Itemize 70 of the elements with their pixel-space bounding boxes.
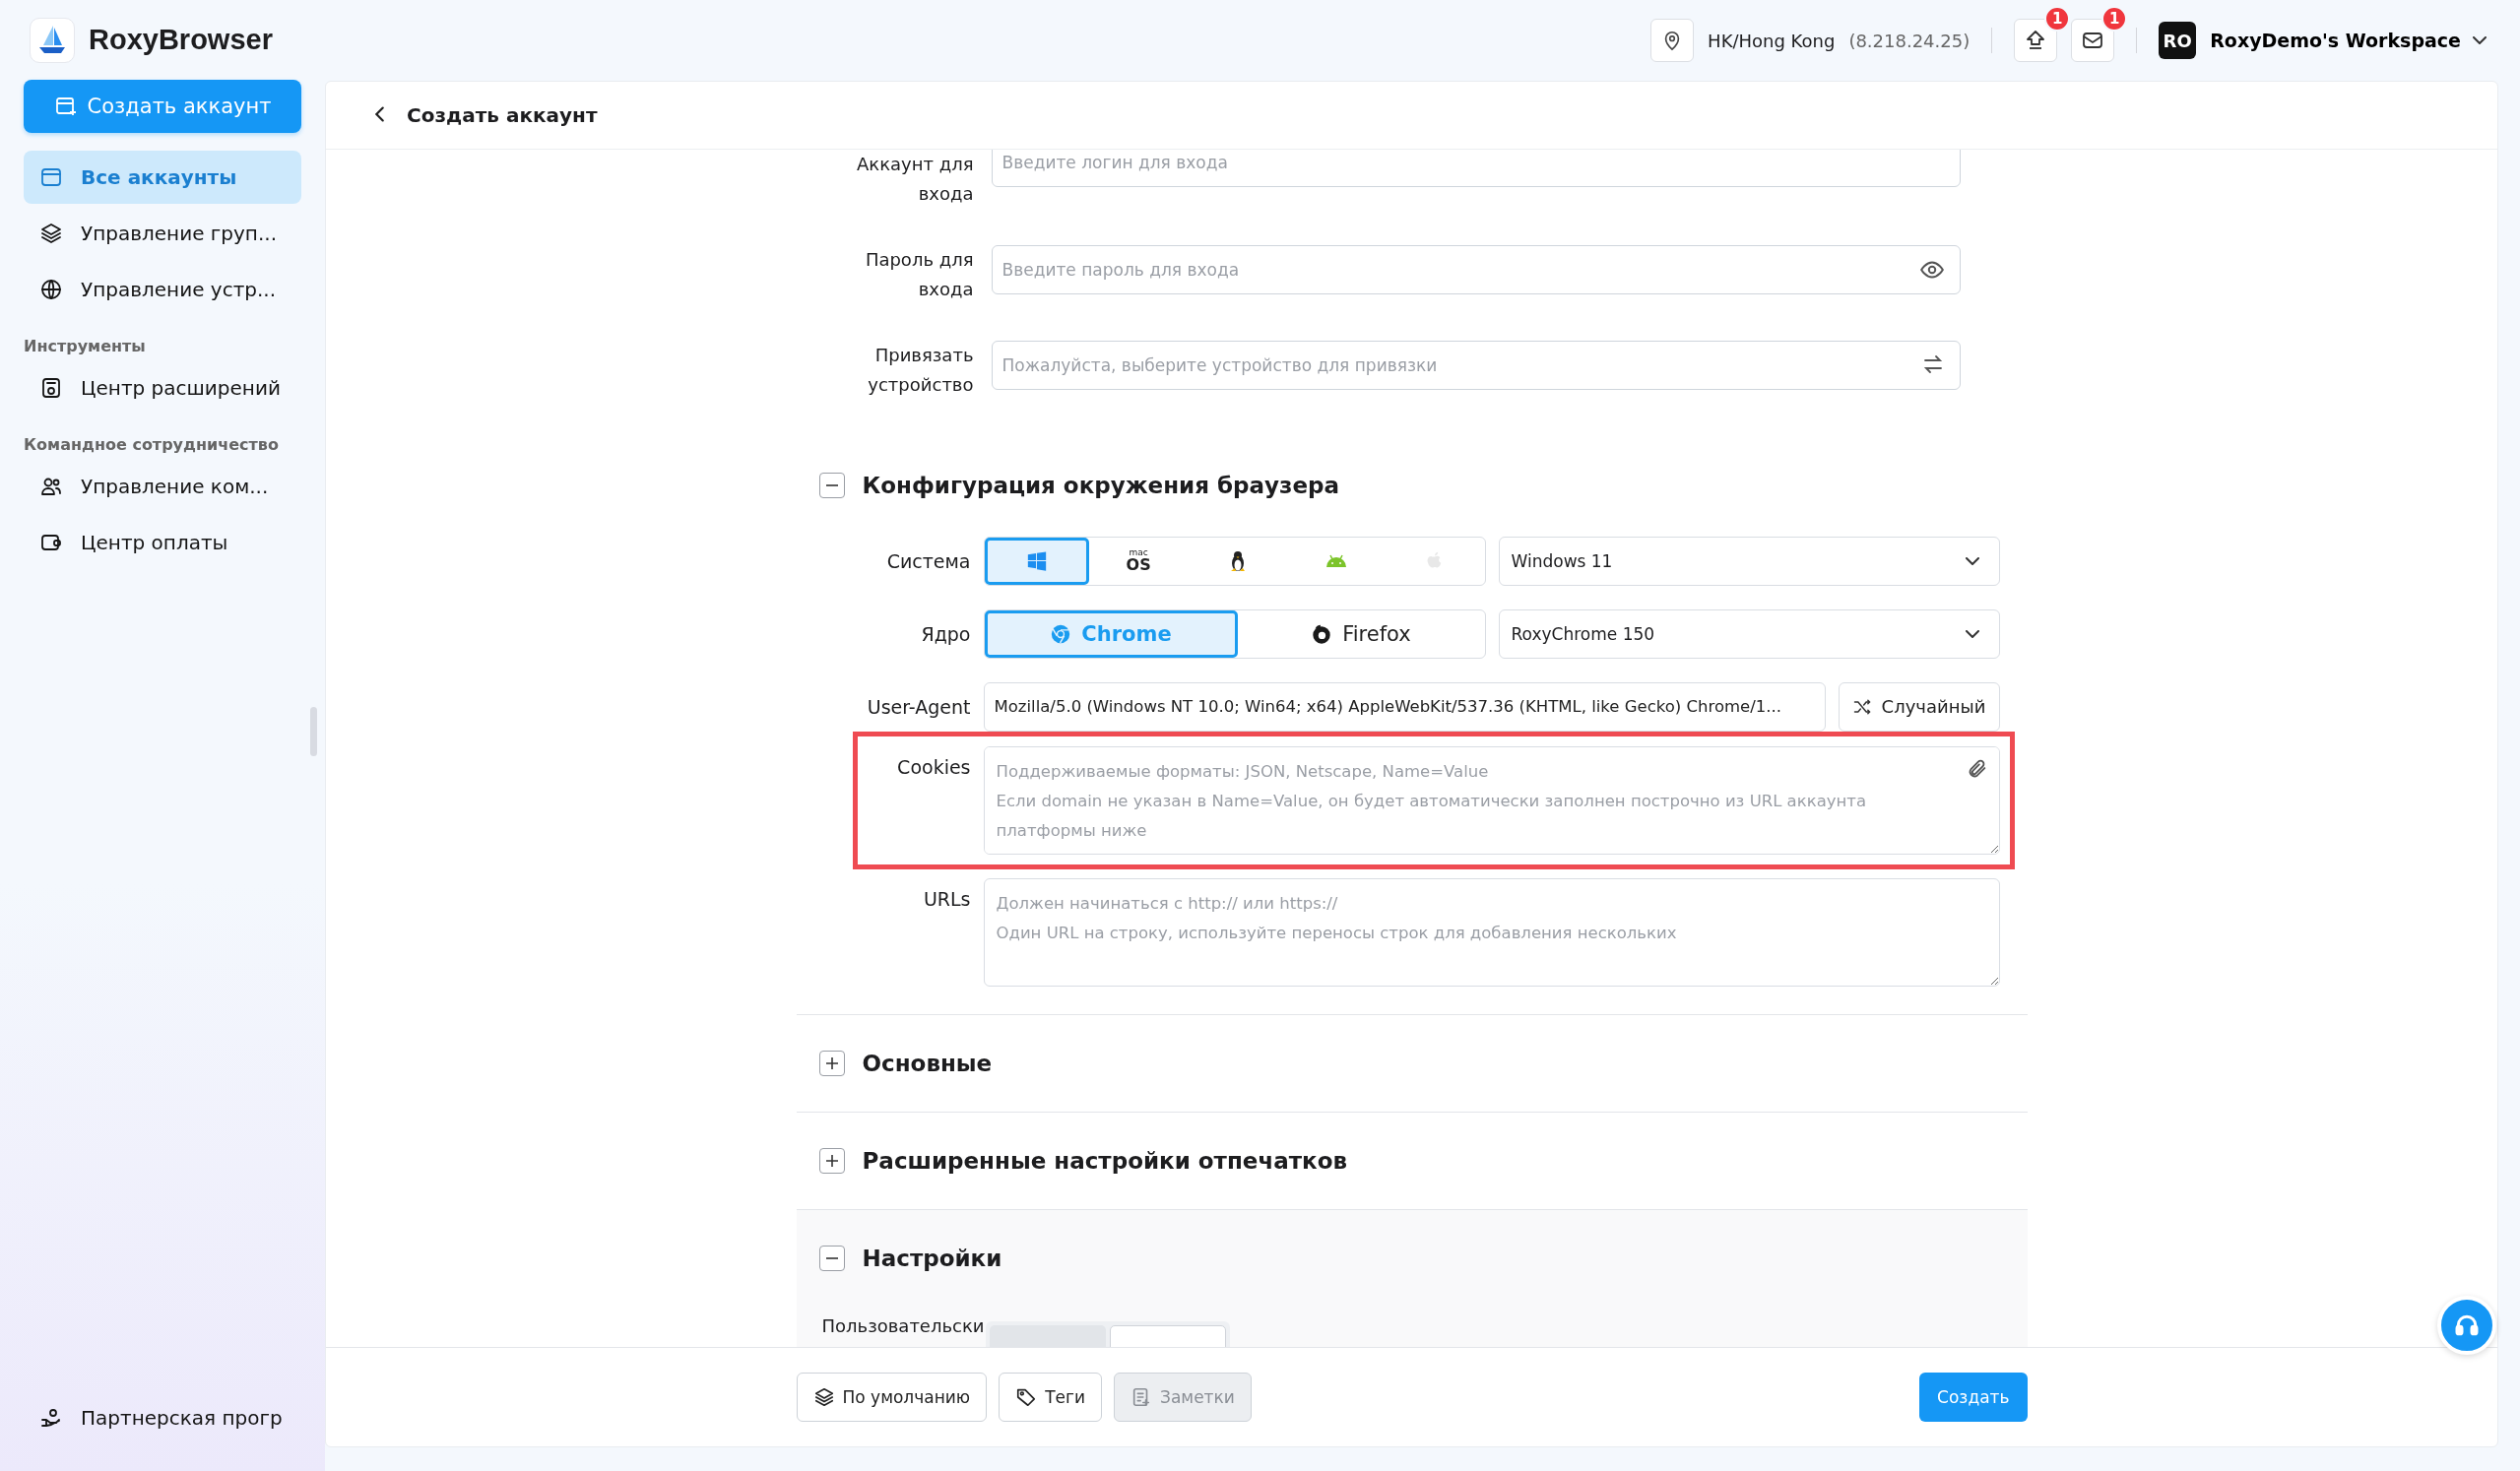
nav-section-title: Инструменты <box>24 337 147 355</box>
user-agent-field[interactable]: Mozilla/5.0 (Windows NT 10.0; Win64; x64) AppleWebKit/537.36 (KHTML, like Gecko) Chrome/1... <box>983 681 1826 732</box>
section-title: Основные <box>862 1050 993 1076</box>
field-label: User-Agent <box>867 695 971 718</box>
chevron-down-icon <box>1965 556 1979 565</box>
brand-name: RoxyBrowser <box>89 24 273 56</box>
os-option[interactable]: mac OS <box>1088 537 1189 585</box>
plus-icon <box>825 1056 838 1069</box>
nav-item[interactable]: Центр оплаты <box>24 516 301 569</box>
layers-icon <box>39 222 63 245</box>
tag-icon <box>1015 1386 1038 1408</box>
macos-logo: mac OS <box>1126 548 1151 574</box>
chevron-down-icon <box>2473 36 2487 44</box>
section-title: Конфигурация окружения браузера <box>862 473 1339 499</box>
windows-icon <box>1025 549 1048 572</box>
plus-icon <box>825 1154 838 1167</box>
collapse-toggle[interactable] <box>818 473 845 499</box>
text-area[interactable]: Должен начинаться с http:// или https:// Один URL на строку, используйте переносы строк для добавления нескольких <box>983 877 2000 987</box>
field-label: Пароль для входа <box>864 248 974 301</box>
nav-item[interactable]: Партнерская прогр <box>24 1391 289 1444</box>
field-label: Ядро <box>920 622 971 645</box>
chevron-down-icon <box>1965 629 1979 638</box>
field-label: Пользовательски <box>821 1314 986 1336</box>
globe-icon <box>39 278 63 301</box>
android-icon <box>1324 552 1348 569</box>
note-icon <box>1131 1386 1152 1408</box>
section-title: Расширенные настройки отпечатков <box>862 1147 1348 1174</box>
input-field[interactable]: Введите пароль для входа <box>991 245 1961 294</box>
location-text: HK/Hong Kong <box>1708 30 1836 51</box>
partner-icon <box>39 1406 63 1430</box>
expand-toggle[interactable] <box>818 1050 845 1076</box>
field-label: Cookies <box>896 754 971 778</box>
minus-icon <box>825 1257 838 1260</box>
field-label: URLs <box>922 886 971 910</box>
notification-badge: 1 <box>2101 6 2128 32</box>
sailboat-logo <box>30 17 75 63</box>
kernel-version-dropdown[interactable]: RoxyChrome 150 <box>1498 608 2000 659</box>
kernel-option[interactable]: Firefox <box>1237 609 1485 658</box>
section-title: Настройки <box>862 1246 1002 1272</box>
expand-toggle[interactable] <box>818 1147 845 1174</box>
scrollbar-thumb[interactable] <box>310 707 317 756</box>
footer-button[interactable]: Теги <box>999 1373 1102 1422</box>
chrome-icon <box>1050 622 1072 645</box>
notification-badge: 1 <box>2044 6 2071 32</box>
workspace-avatar: RO <box>2159 22 2197 59</box>
add-window-icon <box>53 95 78 118</box>
page-title: Создать аккаунт <box>407 103 598 127</box>
nav-item[interactable]: Управление груп... <box>24 207 301 260</box>
field-label: Аккаунт для входа <box>856 153 974 206</box>
nav-section-title: Командное сотрудничество <box>24 435 280 454</box>
location-button[interactable] <box>1650 19 1695 62</box>
nav-item[interactable]: Управление устр... <box>24 263 301 316</box>
nav-item[interactable]: Управление ком... <box>24 460 301 513</box>
firefox-icon <box>1311 622 1333 645</box>
ip-address: (8.218.24.25) <box>1848 30 1971 51</box>
random-button[interactable]: Случайный <box>1838 681 2000 732</box>
field-label: Привязать устройство <box>867 344 974 397</box>
layers-icon <box>812 1386 835 1408</box>
os-version-dropdown[interactable]: Windows 11 <box>1498 536 2000 586</box>
field-label: Система <box>885 549 971 572</box>
footer-button[interactable]: По умолчанию <box>796 1373 988 1422</box>
window-icon <box>39 165 63 189</box>
input-field[interactable]: Пожалуйста, выберите устройство для привязки <box>991 341 1961 390</box>
collapse-toggle[interactable] <box>818 1246 845 1272</box>
input-field[interactable]: Введите логин для входа <box>991 150 1961 187</box>
nav-item[interactable]: Центр расширений <box>24 361 301 415</box>
workspace-switcher[interactable]: RoxyDemo's Workspace <box>2210 30 2487 51</box>
text-area[interactable]: Поддерживаемые форматы: JSON, Netscape, Name=Value Если domain не указан в Name=Value, он будет автоматически заполнен построчно из URL аккаунта платформы ниже <box>983 745 2000 855</box>
minus-icon <box>825 484 838 487</box>
extension-icon <box>39 376 63 400</box>
